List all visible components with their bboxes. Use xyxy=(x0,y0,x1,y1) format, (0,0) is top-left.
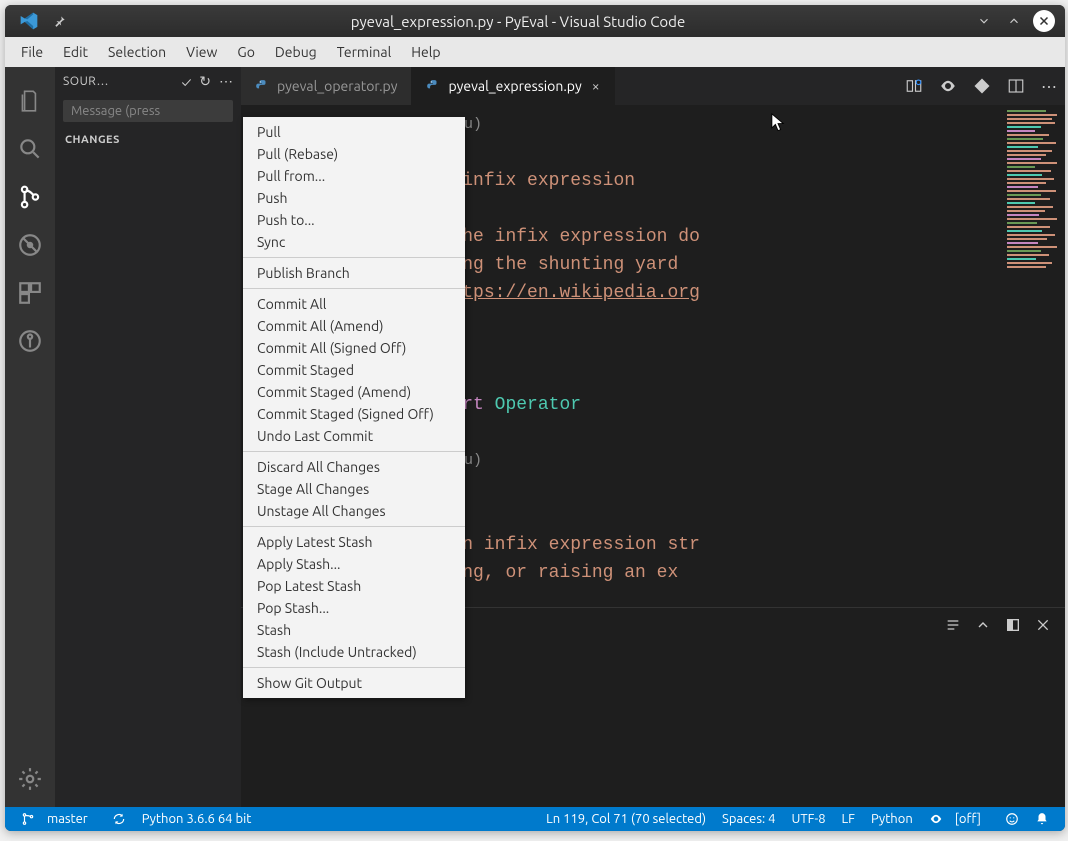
eye-icon[interactable] xyxy=(939,77,957,95)
commit-icon[interactable]: ✓ xyxy=(181,74,191,90)
separator xyxy=(243,257,465,258)
mouse-cursor-icon xyxy=(771,113,785,133)
sync-icon[interactable] xyxy=(104,812,134,826)
context-menu-item[interactable]: Publish Branch xyxy=(243,262,465,284)
tab-label: pyeval_operator.py xyxy=(277,78,397,94)
explorer-icon[interactable] xyxy=(16,87,44,115)
tab-pyeval-operator[interactable]: pyeval_operator.py xyxy=(241,67,412,105)
chevron-up-icon[interactable] xyxy=(975,617,991,633)
more-icon[interactable]: ⋯ xyxy=(219,73,233,90)
minimize-button[interactable] xyxy=(973,10,995,32)
gitlens-icon[interactable] xyxy=(16,327,44,355)
context-menu-item[interactable]: Stash (Include Untracked) xyxy=(243,641,465,663)
menu-file[interactable]: File xyxy=(11,40,53,64)
context-menu-item[interactable]: Commit Staged (Amend) xyxy=(243,381,465,403)
menu-terminal[interactable]: Terminal xyxy=(327,40,402,64)
split-icon[interactable] xyxy=(1007,77,1025,95)
activity-bar xyxy=(5,67,55,807)
separator xyxy=(243,667,465,668)
commit-message-input[interactable]: Message (press xyxy=(63,100,233,122)
maximize-button[interactable] xyxy=(1003,10,1025,32)
tab-pyeval-expression[interactable]: pyeval_expression.py × xyxy=(412,67,614,105)
search-icon[interactable] xyxy=(16,135,44,163)
tab-label: pyeval_expression.py xyxy=(448,78,581,94)
menu-help[interactable]: Help xyxy=(401,40,450,64)
pin-icon[interactable] xyxy=(53,14,67,28)
context-menu-item[interactable]: Discard All Changes xyxy=(243,456,465,478)
python-icon xyxy=(255,79,269,93)
eol[interactable]: LF xyxy=(834,812,863,826)
menu-debug[interactable]: Debug xyxy=(265,40,327,64)
diamond-icon[interactable] xyxy=(973,77,991,95)
minimap[interactable] xyxy=(1005,105,1065,607)
language[interactable]: Python xyxy=(863,812,921,826)
close-button[interactable] xyxy=(1033,10,1055,32)
python-icon xyxy=(426,79,440,93)
context-menu-item[interactable]: Commit Staged xyxy=(243,359,465,381)
cursor-position[interactable]: Ln 119, Col 71 (70 selected) xyxy=(538,812,714,826)
menu-go[interactable]: Go xyxy=(227,40,264,64)
sidebar: SOUR… ✓ ↻ ⋯ Message (press CHANGES xyxy=(55,67,241,807)
context-menu-item[interactable]: Pull (Rebase) xyxy=(243,143,465,165)
context-menu-item[interactable]: Apply Latest Stash xyxy=(243,531,465,553)
separator xyxy=(243,451,465,452)
context-menu-item[interactable]: Pull from... xyxy=(243,165,465,187)
menu-selection[interactable]: Selection xyxy=(98,40,176,64)
encoding[interactable]: UTF-8 xyxy=(783,812,833,826)
changes-section[interactable]: CHANGES xyxy=(55,126,241,154)
context-menu-item[interactable]: Push xyxy=(243,187,465,209)
context-menu-item[interactable]: Commit All xyxy=(243,293,465,315)
context-menu-item[interactable]: Stage All Changes xyxy=(243,478,465,500)
clear-icon[interactable] xyxy=(945,617,961,633)
context-menu-item[interactable]: Unstage All Changes xyxy=(243,500,465,522)
menu-edit[interactable]: Edit xyxy=(53,40,98,64)
context-menu-item[interactable]: Pull xyxy=(243,121,465,143)
context-menu-item[interactable]: Commit All (Amend) xyxy=(243,315,465,337)
context-menu-item[interactable]: Pop Latest Stash xyxy=(243,575,465,597)
titlebar: pyeval_expression.py - PyEval - Visual S… xyxy=(5,5,1065,37)
context-menu-item[interactable]: Commit All (Signed Off) xyxy=(243,337,465,359)
refresh-icon[interactable]: ↻ xyxy=(199,73,211,90)
window-title: pyeval_expression.py - PyEval - Visual S… xyxy=(67,13,969,30)
extensions-icon[interactable] xyxy=(16,279,44,307)
scm-context-menu: PullPull (Rebase)Pull from...PushPush to… xyxy=(243,117,465,698)
editor-tabs: pyeval_operator.py pyeval_expression.py … xyxy=(241,67,1065,105)
preview[interactable]: [off] xyxy=(921,812,997,826)
context-menu-item[interactable]: Push to... xyxy=(243,209,465,231)
more-icon[interactable]: ⋯ xyxy=(1041,77,1057,96)
close-icon[interactable]: × xyxy=(592,78,600,94)
menubar: File Edit Selection View Go Debug Termin… xyxy=(5,37,1065,67)
context-menu-item[interactable]: Commit Staged (Signed Off) xyxy=(243,403,465,425)
sidebar-title: SOUR… xyxy=(63,75,173,88)
context-menu-item[interactable]: Undo Last Commit xyxy=(243,425,465,447)
context-menu-item[interactable]: Stash xyxy=(243,619,465,641)
indentation[interactable]: Spaces: 4 xyxy=(714,812,783,826)
compare-icon[interactable] xyxy=(905,77,923,95)
bell-icon[interactable] xyxy=(1027,812,1057,826)
settings-icon[interactable] xyxy=(16,765,44,793)
menu-view[interactable]: View xyxy=(176,40,227,64)
separator xyxy=(243,288,465,289)
context-menu-item[interactable]: Apply Stash... xyxy=(243,553,465,575)
context-menu-item[interactable]: Pop Stash... xyxy=(243,597,465,619)
python-version[interactable]: Python 3.6.6 64 bit xyxy=(134,812,260,826)
git-branch[interactable]: master xyxy=(13,812,104,826)
feedback-icon[interactable] xyxy=(997,812,1027,826)
separator xyxy=(243,526,465,527)
vscode-logo-icon xyxy=(19,11,39,31)
scm-icon[interactable] xyxy=(16,183,44,211)
maximize-panel-icon[interactable] xyxy=(1005,617,1021,633)
context-menu-item[interactable]: Show Git Output xyxy=(243,672,465,694)
debug-icon[interactable] xyxy=(16,231,44,259)
close-panel-icon[interactable] xyxy=(1035,617,1051,633)
status-bar: master Python 3.6.6 64 bit Ln 119, Col 7… xyxy=(5,807,1065,831)
context-menu-item[interactable]: Sync xyxy=(243,231,465,253)
